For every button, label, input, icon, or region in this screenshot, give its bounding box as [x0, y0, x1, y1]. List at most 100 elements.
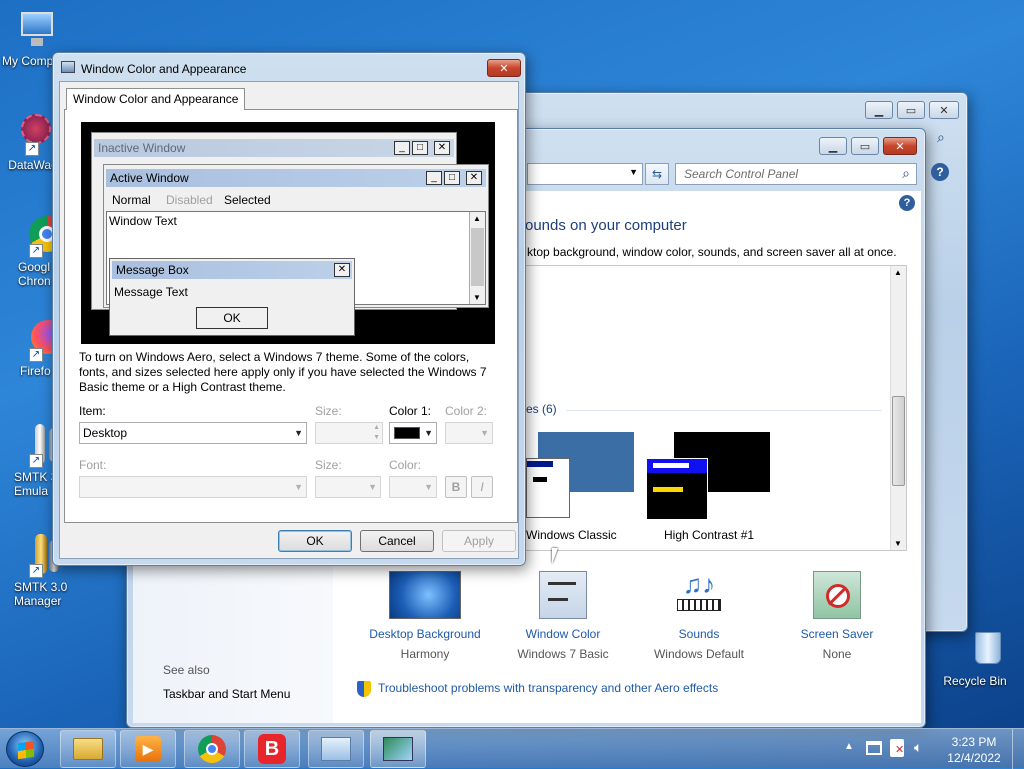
minimize-icon: _ [394, 141, 410, 155]
font-size-label: Size: [315, 458, 342, 472]
close-button[interactable]: ✕ [883, 137, 917, 155]
sounds-icon: ♫♪ [673, 571, 725, 619]
preview-scrollbar: ▲ ▼ [469, 212, 485, 304]
show-desktop-button[interactable] [1012, 729, 1024, 769]
desktop-icon-recycle-bin[interactable]: Recycle Bin [940, 628, 1010, 688]
preview-msgbox-title: Message Box [112, 261, 352, 279]
setting-title[interactable]: Screen Saver [777, 627, 897, 641]
refresh-button[interactable]: ⇆ [645, 163, 669, 185]
show-hidden-icons-button[interactable]: ▲ [844, 741, 854, 752]
taskbar-chrome[interactable] [184, 730, 240, 768]
themes-list[interactable]: es (6) Windows Classic High Contrast #1 … [525, 265, 907, 551]
setting-value: Windows Default [653, 647, 745, 661]
dialog-app-icon [61, 61, 75, 73]
taskbar-window-color[interactable] [370, 730, 426, 768]
action-center-icon[interactable]: ✕ [890, 739, 904, 757]
font-size-select[interactable]: ▼ [315, 476, 381, 498]
preview-menu-disabled: Disabled [166, 193, 213, 207]
search-icon[interactable]: ⌕ [937, 129, 945, 146]
color1-picker[interactable]: ▼ [389, 422, 437, 444]
page-description: ktop background, window color, sounds, a… [527, 245, 897, 259]
taskbar-start-menu-link[interactable]: Taskbar and Start Menu [163, 687, 290, 701]
scroll-up-icon[interactable]: ▲ [894, 268, 902, 277]
preview-message-box: Message Box ✕ Message Text OK [109, 258, 355, 336]
theme-thumbnail-window [646, 458, 708, 520]
setting-title[interactable]: Window Color [503, 627, 623, 641]
shortcut-arrow-icon: ↗ [29, 454, 43, 468]
color2-label: Color 2: [445, 404, 488, 418]
theme-high-contrast-1[interactable]: High Contrast #1 [642, 432, 782, 542]
clock-time[interactable]: 3:23 PM [944, 735, 1004, 749]
search-icon[interactable]: ⌕ [902, 165, 910, 182]
font-color-label: Color: [389, 458, 422, 472]
address-bar[interactable]: ▼ [527, 163, 643, 185]
clock-date[interactable]: 12/4/2022 [944, 751, 1004, 765]
taskbar-media-player[interactable]: ▶ [120, 730, 176, 768]
chevron-down-icon: ▼ [424, 482, 433, 492]
close-icon: ✕ [334, 263, 350, 277]
italic-button[interactable]: I [471, 476, 493, 498]
font-color-picker[interactable]: ▼ [389, 476, 437, 498]
help-icon[interactable]: ? [931, 163, 949, 181]
cancel-button[interactable]: Cancel [360, 530, 434, 552]
search-input[interactable]: Search Control Panel ⌕ [675, 163, 917, 185]
shortcut-arrow-icon: ↗ [29, 244, 43, 258]
maximize-button[interactable]: ▭ [851, 137, 879, 155]
setting-title[interactable]: Desktop Background [365, 627, 485, 641]
color2-picker[interactable]: ▼ [445, 422, 493, 444]
spinner-arrows-icon: ▲ ▼ [373, 424, 380, 441]
theme-windows-classic[interactable]: Windows Classic [526, 432, 638, 542]
preview-menu-selected: Selected [224, 193, 271, 207]
font-select[interactable]: ▼ [79, 476, 307, 498]
chevron-down-icon[interactable]: ▼ [629, 167, 638, 177]
datawag-icon: ↗ [11, 112, 55, 156]
close-button[interactable]: ✕ [487, 59, 521, 77]
bold-button[interactable]: B [445, 476, 467, 498]
taskbar-control-panel[interactable] [308, 730, 364, 768]
tab-window-color-appearance[interactable]: Window Color and Appearance [66, 88, 246, 110]
chevron-down-icon: ▼ [294, 428, 303, 438]
setting-desktop-background[interactable]: Desktop Background Harmony [365, 571, 485, 661]
item-select-value: Desktop [83, 426, 128, 440]
scrollbar[interactable]: ▲ ▼ [890, 266, 906, 550]
dialog-title: Window Color and Appearance [81, 62, 247, 76]
shortcut-arrow-icon: ↗ [29, 348, 43, 362]
appearance-preview: Inactive Window _ □ ✕ Active Window _ □ … [81, 122, 495, 344]
recycle-bin-icon [953, 628, 1001, 672]
troubleshoot-link[interactable]: Troubleshoot problems with transparency … [378, 681, 718, 695]
size-spinner[interactable]: ▲ ▼ [315, 422, 383, 444]
setting-sounds[interactable]: ♫♪ Sounds Windows Default [639, 571, 759, 661]
theme-thumbnail-window [526, 458, 570, 518]
volume-icon[interactable]: 🔈︎ [914, 739, 922, 756]
tab-panel: Inactive Window _ □ ✕ Active Window _ □ … [64, 109, 518, 523]
setting-window-color[interactable]: Window Color Windows 7 Basic [503, 571, 623, 661]
window-color-appearance-dialog[interactable]: Window Color and Appearance ✕ Window Col… [52, 52, 526, 566]
close-icon: ✕ [434, 141, 450, 155]
item-select[interactable]: Desktop ▼ [79, 422, 307, 444]
help-icon[interactable]: ? [899, 195, 915, 211]
maximize-button[interactable]: ▭ [897, 101, 925, 119]
close-button[interactable]: ✕ [929, 101, 959, 119]
setting-screen-saver[interactable]: Screen Saver None [777, 571, 897, 661]
folder-icon [73, 738, 103, 760]
taskbar-file-explorer[interactable] [60, 730, 116, 768]
windows-logo-icon [18, 740, 34, 760]
size-label: Size: [315, 404, 342, 418]
taskbar-brave[interactable]: B [244, 730, 300, 768]
setting-value: Harmony [400, 647, 450, 661]
minimize-button[interactable]: ▁ [819, 137, 847, 155]
apply-button[interactable]: Apply [442, 530, 516, 552]
taskbar: ▶ B ▲ ✕ 🔈︎ 3:23 PM 12/4/2022 [0, 728, 1024, 769]
control-panel-icon [321, 737, 351, 761]
ok-button[interactable]: OK [278, 530, 352, 552]
network-icon[interactable] [866, 741, 882, 755]
preview-window-text: Window Text [109, 214, 177, 228]
setting-title[interactable]: Sounds [639, 627, 759, 641]
mouse-cursor-icon [552, 548, 558, 564]
scroll-thumb[interactable] [892, 396, 905, 486]
start-button[interactable] [6, 731, 44, 767]
setting-value: Windows 7 Basic [517, 647, 609, 661]
screen-saver-icon [813, 571, 861, 619]
scroll-down-icon[interactable]: ▼ [894, 539, 902, 548]
minimize-button[interactable]: ▁ [865, 101, 893, 119]
